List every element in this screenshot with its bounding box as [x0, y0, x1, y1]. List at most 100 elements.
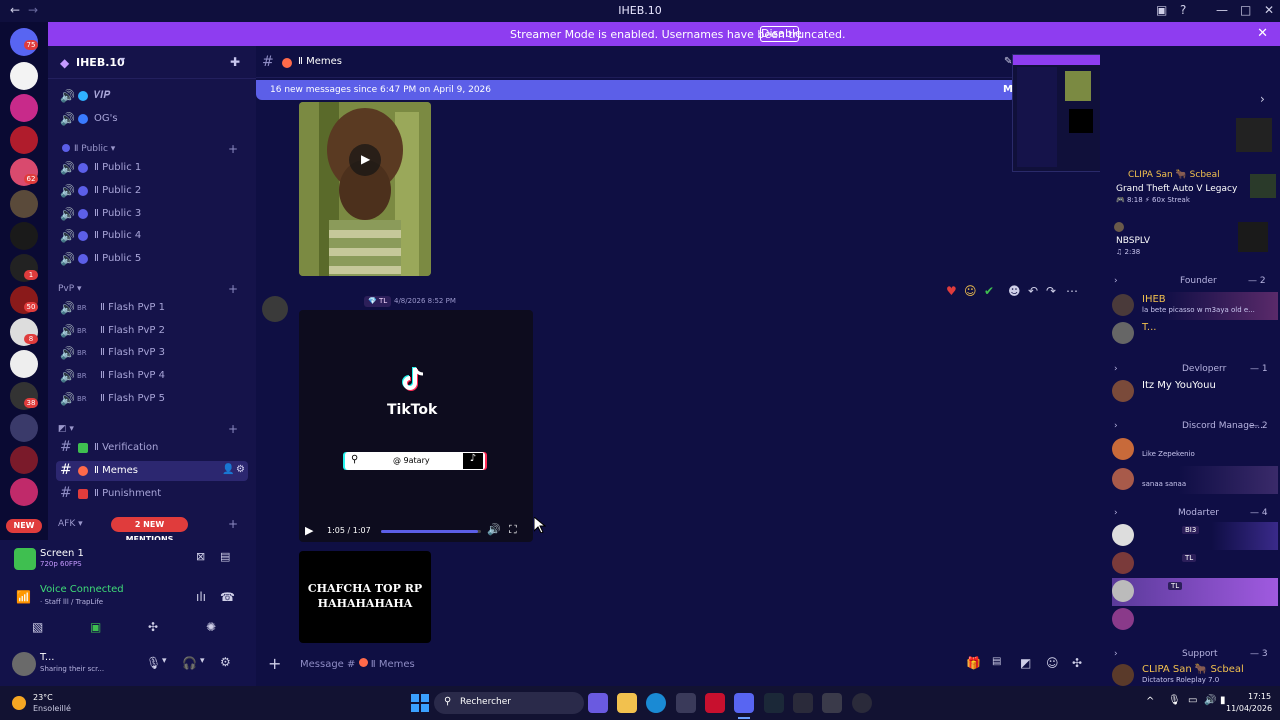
member-activity[interactable]: NBSPLV ♫ 2:38 [1112, 222, 1278, 256]
add-attachment-icon[interactable]: + [268, 654, 281, 673]
settings-icon[interactable] [822, 693, 842, 713]
member[interactable]: BI3 [1112, 522, 1278, 550]
member[interactable]: TL [1112, 550, 1278, 578]
tiktok-video-attachment[interactable]: TikTok ⚲ @ 9atary ♪ ▶ 1:05 / 1:07 🔊 ⛶ [299, 310, 533, 542]
voice-channel-pvp-2[interactable]: 🔊 BR Ⅱ Flash PvP 2 [56, 321, 248, 341]
text-channel-verification[interactable]: # Ⅱ Verification [56, 438, 248, 458]
add-channel-icon[interactable]: + [228, 422, 238, 436]
weather-sun-icon[interactable] [12, 696, 26, 710]
category-unnamed[interactable]: ◩ ▾ [58, 424, 74, 434]
server-icon[interactable] [10, 414, 38, 442]
copilot-icon[interactable] [588, 693, 608, 713]
server-name[interactable]: IHEB.10 [76, 56, 125, 69]
new-unread-pill[interactable]: NEW [6, 519, 42, 533]
category-afk[interactable]: AFK ▾ [58, 519, 83, 529]
voice-channel-pvp-4[interactable]: 🔊 BR Ⅱ Flash PvP 4 [56, 366, 248, 386]
play-button[interactable]: ▶ [349, 144, 381, 176]
close-window-icon[interactable]: ✕ [1264, 3, 1274, 17]
share-screen-icon[interactable]: ▣ [90, 620, 101, 634]
help-icon[interactable]: ? [1180, 3, 1186, 17]
stop-stream-icon[interactable]: ⊠ [196, 550, 205, 563]
add-channel-icon[interactable]: + [228, 282, 238, 296]
app-icon[interactable] [793, 693, 813, 713]
pin-icon[interactable]: ✎ [1004, 56, 1012, 67]
inbox-icon[interactable]: ▣ [1156, 3, 1167, 17]
new-mentions-pill[interactable]: 2 NEW MENTIONS [111, 517, 188, 544]
video-attachment[interactable]: ▶ [299, 102, 431, 276]
meme-image-attachment[interactable]: CHAFCHA TOP RP HAHAHAHAHA [299, 551, 431, 643]
voice-channel-pvp-5[interactable]: 🔊 BR Ⅱ Flash PvP 5 [56, 389, 248, 409]
microphone-icon[interactable]: 🎙 [1168, 695, 1181, 706]
gift-icon[interactable]: 🎁 [966, 656, 981, 670]
battery-icon[interactable]: ▮ [1220, 695, 1226, 706]
voice-channel-public-4[interactable]: 🔊 Ⅱ Public 4 [56, 226, 248, 246]
file-explorer-icon[interactable] [617, 693, 637, 713]
clock-date[interactable]: 11/04/2026 [1226, 704, 1272, 713]
voice-channel-ogs[interactable]: 🔊 OG's [56, 109, 248, 129]
server-icon[interactable] [10, 94, 38, 122]
steam-icon[interactable] [764, 693, 784, 713]
voice-channel-name[interactable]: · Staff lll / TrapLife [40, 598, 103, 606]
clock-time[interactable]: 17:15 [1248, 692, 1271, 701]
reply-icon[interactable]: ↶ [1028, 284, 1038, 298]
chevron-right-icon[interactable]: › [1260, 92, 1265, 106]
new-messages-bar[interactable]: 16 new messages since 6:47 PM on April 9… [256, 80, 1016, 100]
server-icon[interactable] [10, 350, 38, 378]
user-settings-gear-icon[interactable]: ⚙ [220, 655, 231, 669]
member-itz-my-youyouu[interactable]: Itz My YouYouu [1112, 378, 1278, 406]
app-icon[interactable] [852, 693, 872, 713]
fullscreen-icon[interactable]: ⛶ [509, 523, 517, 537]
server-icon[interactable] [10, 446, 38, 474]
voice-channel-pvp-3[interactable]: 🔊 BR Ⅱ Flash PvP 3 [56, 343, 248, 363]
text-channel-punishment[interactable]: # Ⅱ Punishment [56, 484, 248, 504]
avatar[interactable] [262, 296, 288, 322]
chevron-down-icon[interactable]: ▾ [162, 656, 167, 666]
member-iheb[interactable]: IHEB la bete picasso w m3aya old e... [1112, 292, 1278, 320]
voice-status[interactable]: Voice Connected [40, 584, 124, 595]
server-icon[interactable] [10, 62, 38, 90]
invite-icon[interactable]: 👤 [222, 464, 234, 475]
member-t[interactable]: T... [1112, 320, 1278, 348]
volume-icon[interactable]: 🔊 [1204, 695, 1216, 706]
taskbar-search[interactable]: ⚲ Rechercher [434, 692, 584, 714]
activities-icon[interactable]: ✣ [148, 620, 158, 634]
voice-channel-public-3[interactable]: 🔊 Ⅱ Public 3 [56, 204, 248, 224]
voice-channel-public-5[interactable]: 🔊 Ⅱ Public 5 [56, 249, 248, 269]
member[interactable]: Like Zepekenio [1112, 436, 1278, 464]
volume-icon[interactable]: 🔊 [487, 523, 501, 536]
chevron-down-icon[interactable]: ▾ [120, 55, 125, 66]
windows-start-icon[interactable] [410, 693, 430, 713]
server-icon[interactable] [10, 478, 38, 506]
play-icon[interactable]: ▶ [305, 524, 313, 537]
sticker-icon[interactable]: ◩ [1020, 656, 1031, 670]
gif-icon[interactable]: ▤ [992, 656, 1001, 667]
server-icon[interactable] [10, 126, 38, 154]
close-banner-icon[interactable]: ✕ [1257, 26, 1268, 41]
emoji-picker-icon[interactable]: ☺ [1046, 656, 1059, 670]
noise-suppression-icon[interactable]: ılı [196, 590, 206, 604]
more-options-icon[interactable]: ⋯ [1066, 284, 1078, 298]
weather-temp[interactable]: 23°C [33, 693, 53, 702]
category-public[interactable]: Ⅱ Public ▾ [74, 144, 115, 154]
gear-icon[interactable]: ⚙ [236, 464, 245, 475]
soundboard-icon[interactable]: ✺ [206, 620, 216, 634]
headphones-icon[interactable]: 🎧 [182, 656, 197, 670]
apps-icon[interactable]: ✣ [1072, 656, 1082, 670]
username[interactable]: T... [40, 652, 54, 663]
heart-reaction-icon[interactable]: ♥ [946, 284, 957, 298]
member-activity[interactable]: CLIPA San 🐂 Scbeal Grand Theft Auto V Le… [1112, 170, 1278, 204]
message-input[interactable]: Message # Ⅱ Memes [300, 658, 415, 670]
camera-off-icon[interactable]: ▧ [32, 620, 43, 634]
voice-channel-public-2[interactable]: 🔊 Ⅱ Public 2 [56, 181, 248, 201]
voice-channel-pvp-1[interactable]: 🔊 BR Ⅱ Flash PvP 1 [56, 298, 248, 318]
avatar[interactable] [12, 652, 36, 676]
app-icon[interactable] [705, 693, 725, 713]
discord-taskbar-icon[interactable] [734, 693, 754, 713]
video-progress-bar[interactable] [381, 530, 481, 533]
tray-chevron-icon[interactable]: ^ [1146, 696, 1154, 707]
mark-read-truncated[interactable]: M [1003, 84, 1013, 95]
microphone-icon[interactable]: 🎙 [146, 656, 161, 670]
invite-people-icon[interactable]: ✚ [230, 55, 240, 69]
voice-channel-public-1[interactable]: 🔊 Ⅱ Public 1 [56, 158, 248, 178]
add-channel-icon[interactable]: + [228, 517, 238, 531]
